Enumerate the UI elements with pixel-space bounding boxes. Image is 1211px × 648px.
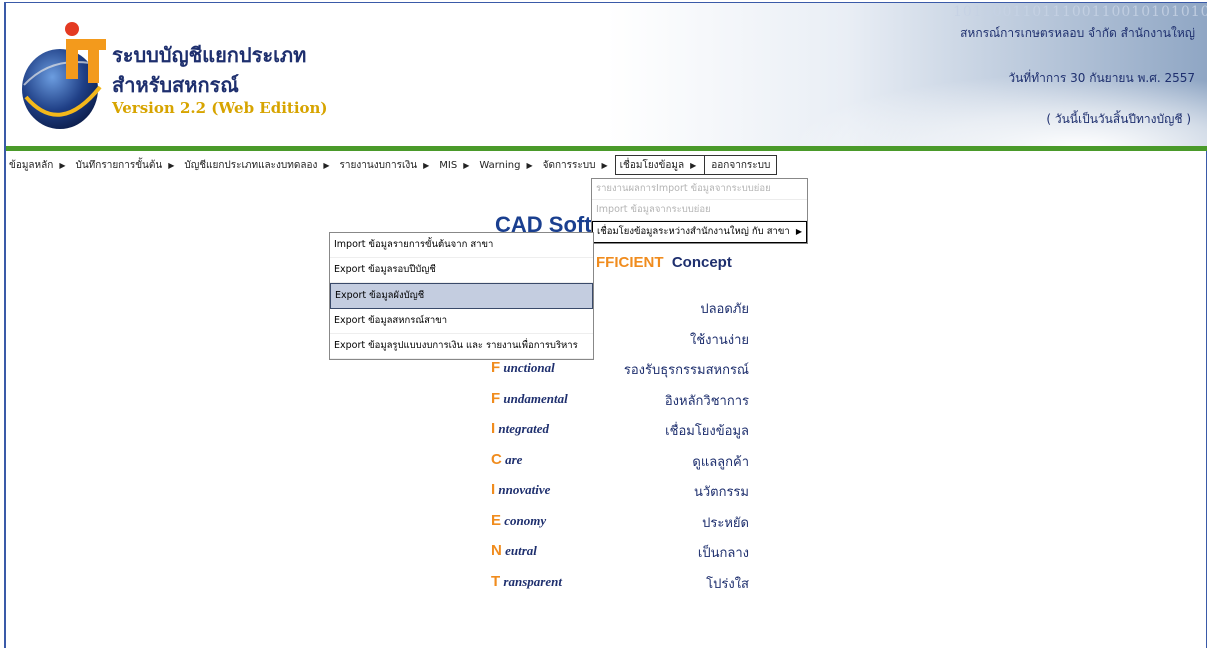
menu-item-logout[interactable]: ออกจากระบบ xyxy=(705,155,778,175)
concept-word: conomy xyxy=(504,512,547,528)
cooperative-name: สหกรณ์การเกษตรหลอบ จำกัด สำนักงานใหญ่ xyxy=(960,26,1195,40)
menu-label: เชื่อมโยงข้อมูล xyxy=(619,159,685,171)
concept-row: F unctional รองรับธุรกรรมสหกรณ์ xyxy=(491,359,781,390)
concept-row: N eutral เป็นกลาง xyxy=(491,542,781,573)
menu-label: บัญชีแยกประเภทและงบทดลอง xyxy=(184,159,318,171)
menu-label: จัดการระบบ xyxy=(542,159,596,171)
submenu-item-export-chart-of-accounts[interactable]: Export ข้อมูลผังบัญชี xyxy=(330,283,593,309)
concept-row: C are ดูแลลูกค้า xyxy=(491,451,781,482)
concept-row: T ransparent โปร่งใส xyxy=(491,573,781,604)
binary-decoration: 1011001101110011001010101000101110001110… xyxy=(953,4,1207,20)
menu-label: ออกจากระบบ xyxy=(711,159,771,171)
concept-thai: โปร่งใส xyxy=(706,576,749,592)
concept-thai: เป็นกลาง xyxy=(697,546,749,561)
header-divider xyxy=(6,146,1207,151)
concept-en: I ntegrated xyxy=(491,420,549,437)
chevron-right-icon: ▶ xyxy=(795,227,802,236)
concept-thai: นวัตกรรม xyxy=(693,485,749,500)
main-menu-bar: ข้อมูลหลัก ▶ บันทึกรายการขั้นต้น ▶ บัญชีแย… xyxy=(6,155,778,175)
chevron-right-icon: ▶ xyxy=(168,160,175,170)
menu-label: รายงานงบการเงิน xyxy=(339,159,418,171)
concept-thai: เชื่อมโยงข้อมูล xyxy=(665,424,749,439)
submenu-item-export-branch-coop[interactable]: Export ข้อมูลสหกรณ์สาขา xyxy=(330,309,593,334)
submenu-item-import-subsystem[interactable]: Import ข้อมูลจากระบบย่อย xyxy=(592,200,807,221)
concept-initial: I xyxy=(491,420,496,437)
concept-word: Concept xyxy=(671,254,732,271)
submenu-item-export-report-formats[interactable]: Export ข้อมูลรูปแบบงบการเงิน และ รายงานเ… xyxy=(330,334,593,359)
menu-label: MIS xyxy=(439,159,458,171)
concept-thai: ประหยัด xyxy=(702,515,749,531)
concept-initial: F xyxy=(491,389,501,407)
chevron-right-icon: ▶ xyxy=(59,160,66,170)
submenu-item-import-branch-entries[interactable]: Import ข้อมูลรายการขั้นต้นจาก สาขา xyxy=(330,233,593,258)
menu-item-data-link[interactable]: เชื่อมโยงข้อมูล ▶ xyxy=(614,155,706,175)
concept-word: eutral xyxy=(505,543,537,558)
menu-item-system[interactable]: จัดการระบบ ▶ xyxy=(540,156,615,174)
menu-label: บันทึกรายการขั้นต้น xyxy=(75,159,163,171)
menu-item-mis[interactable]: MIS ▶ xyxy=(436,156,476,174)
chevron-right-icon: ▶ xyxy=(463,160,470,170)
concept-initial: T xyxy=(491,572,501,590)
header-banner: 1011001101110011001010101000101110001110… xyxy=(6,3,1207,146)
app-version: Version 2.2 (Web Edition) xyxy=(112,99,328,117)
app-title-line1: ระบบบัญชีแยกประเภท xyxy=(112,43,307,67)
menu-item-financial-reports[interactable]: รายงานงบการเงิน ▶ xyxy=(337,156,437,174)
submenu-label: เชื่อมโยงข้อมูลระหว่างสำนักงานใหญ่ กับ ส… xyxy=(597,226,790,237)
concept-initial: F xyxy=(491,359,501,376)
concept-en: T ransparent xyxy=(491,573,562,590)
concept-row: I nnovative นวัตกรรม xyxy=(491,481,781,512)
concept-en: N eutral xyxy=(491,542,537,559)
concept-en: F undamental xyxy=(491,390,568,407)
submenu-item-import-report[interactable]: รายงานผลการImport ข้อมูลจากระบบย่อย xyxy=(592,179,807,200)
concept-initial: E xyxy=(491,511,502,529)
concept-en: I nnovative xyxy=(491,481,550,498)
sufficient-concept: FFICIENT Concept xyxy=(596,254,732,271)
hq-branch-submenu: Import ข้อมูลรายการขั้นต้นจาก สาขา Expor… xyxy=(329,232,594,360)
work-date: วันที่ทำการ 30 กันยายน พ.ศ. 2557 xyxy=(1008,71,1195,85)
concept-en: C are xyxy=(491,451,522,468)
chevron-right-icon: ▶ xyxy=(601,160,608,170)
menu-item-ledger[interactable]: บัญชีแยกประเภทและงบทดลอง ▶ xyxy=(181,156,336,174)
chevron-right-icon: ▶ xyxy=(690,160,697,170)
concept-row: I ntegrated เชื่อมโยงข้อมูล xyxy=(491,420,781,451)
concept-word: ransparent xyxy=(503,573,562,589)
menu-item-warning[interactable]: Warning ▶ xyxy=(476,156,539,174)
concept-en: F unctional xyxy=(491,359,555,376)
concept-thai: ปลอดภัย xyxy=(700,302,749,317)
concept-word: unctional xyxy=(503,360,555,375)
it-logo-icon xyxy=(22,22,106,129)
fiscal-status: ( วันนี้เป็นวันสิ้นปีทางบัญชี ) xyxy=(1046,112,1191,126)
chevron-right-icon: ▶ xyxy=(526,160,533,170)
sufficient-word: FFICIENT xyxy=(596,254,664,271)
data-link-submenu: รายงานผลการImport ข้อมูลจากระบบย่อย Impo… xyxy=(591,178,808,244)
submenu-item-export-fiscal-year[interactable]: Export ข้อมูลรอบปีบัญชี xyxy=(330,258,593,283)
concept-initial: C xyxy=(491,450,502,468)
concept-thai: อิงหลักวิชาการ xyxy=(664,393,749,409)
menu-item-master-data[interactable]: ข้อมูลหลัก ▶ xyxy=(6,156,73,174)
chevron-right-icon: ▶ xyxy=(423,160,430,170)
concept-en: E conomy xyxy=(491,512,546,529)
app-title-line2: สำหรับสหกรณ์ xyxy=(112,73,239,97)
concept-word: are xyxy=(505,451,523,467)
concept-row: E conomy ประหยัด xyxy=(491,512,781,543)
concept-row: F undamental อิงหลักวิชาการ xyxy=(491,390,781,421)
submenu-item-hq-branch-link[interactable]: เชื่อมโยงข้อมูลระหว่างสำนักงานใหญ่ กับ ส… xyxy=(592,221,807,243)
concept-thai: ใช้งานง่าย xyxy=(690,332,749,348)
concept-initial: I xyxy=(491,481,496,498)
menu-label: ข้อมูลหลัก xyxy=(9,159,54,171)
menu-label: Warning xyxy=(479,159,521,171)
concept-word: undamental xyxy=(503,390,568,406)
concept-thai: รองรับธุรกรรมสหกรณ์ xyxy=(623,363,749,378)
chevron-right-icon: ▶ xyxy=(323,160,330,170)
concept-initial: N xyxy=(491,542,502,559)
concept-word: nnovative xyxy=(498,482,551,497)
menu-item-initial-entries[interactable]: บันทึกรายการขั้นต้น ▶ xyxy=(73,156,182,174)
concept-word: ntegrated xyxy=(498,421,549,436)
concept-thai: ดูแลลูกค้า xyxy=(692,454,749,470)
